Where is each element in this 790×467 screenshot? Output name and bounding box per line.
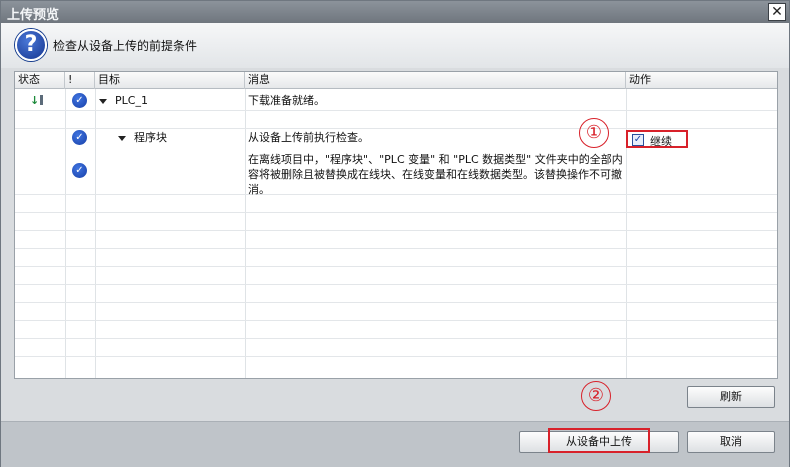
- annotation-marker-2: ②: [581, 381, 611, 411]
- expand-caret-icon[interactable]: [99, 98, 107, 104]
- grid-line: [15, 338, 777, 339]
- ok-check-icon: ✓: [72, 130, 87, 145]
- header-text: 检查从设备上传的前提条件: [53, 39, 198, 53]
- grid-line: [95, 89, 96, 378]
- col-action[interactable]: 动作: [626, 72, 777, 89]
- target-program-blocks[interactable]: 程序块: [118, 130, 167, 145]
- grid-line: [15, 230, 777, 231]
- header-area: ? 检查从设备上传的前提条件: [1, 23, 789, 68]
- col-message[interactable]: 消息: [245, 72, 626, 89]
- check-table: 状态 ! 目标 消息 动作 ↓ ✓ PLC_1 下载准备就绪。 ✓ 程序块 从设…: [14, 71, 778, 379]
- upload-from-device-button[interactable]: 从设备中上传: [548, 434, 650, 449]
- grid-line: [15, 266, 777, 267]
- grid-line: [15, 356, 777, 357]
- annotation-marker-1: ①: [579, 118, 609, 148]
- refresh-button[interactable]: 刷新: [687, 386, 775, 408]
- expand-caret-icon[interactable]: [118, 135, 126, 141]
- window-title: 上传预览: [7, 8, 60, 23]
- grid-line: [245, 89, 246, 378]
- continue-label: 继续: [650, 135, 672, 148]
- target-plc[interactable]: PLC_1: [99, 93, 148, 108]
- grid-line: [65, 89, 66, 378]
- grid-line: [15, 320, 777, 321]
- download-status-icon: ↓: [30, 94, 44, 107]
- grid-line: [15, 110, 777, 111]
- message-ready: 下载准备就绪。: [248, 94, 325, 107]
- title-bar: 上传预览 ✕: [1, 1, 789, 23]
- message-check: 从设备上传前执行检查。: [248, 131, 369, 144]
- ok-check-icon: ✓: [72, 163, 87, 178]
- grid-line: [15, 284, 777, 285]
- close-button[interactable]: ✕: [768, 3, 786, 21]
- grid-line: [15, 128, 777, 129]
- continue-checkbox[interactable]: ✓: [632, 134, 644, 146]
- grid-line: [15, 248, 777, 249]
- col-target[interactable]: 目标: [95, 72, 245, 89]
- target-label: PLC_1: [115, 94, 148, 107]
- grid-line: [15, 212, 777, 213]
- cancel-button[interactable]: 取消: [687, 431, 775, 453]
- col-flag[interactable]: !: [65, 72, 95, 89]
- grid-line: [15, 302, 777, 303]
- col-status[interactable]: 状态: [15, 72, 65, 89]
- upload-preview-dialog: 上传预览 ✕ ? 检查从设备上传的前提条件 状态 ! 目标 消息 动作 ↓ ✓ …: [0, 0, 790, 467]
- message-warning: 在离线项目中，"程序块"、"PLC 变量" 和 "PLC 数据类型" 文件夹中的…: [248, 153, 623, 196]
- ok-check-icon: ✓: [72, 93, 87, 108]
- target-label: 程序块: [134, 131, 167, 144]
- question-icon: ?: [15, 29, 47, 61]
- table-header: 状态 ! 目标 消息 动作: [15, 72, 777, 89]
- continue-action[interactable]: ✓ 继续: [626, 130, 688, 148]
